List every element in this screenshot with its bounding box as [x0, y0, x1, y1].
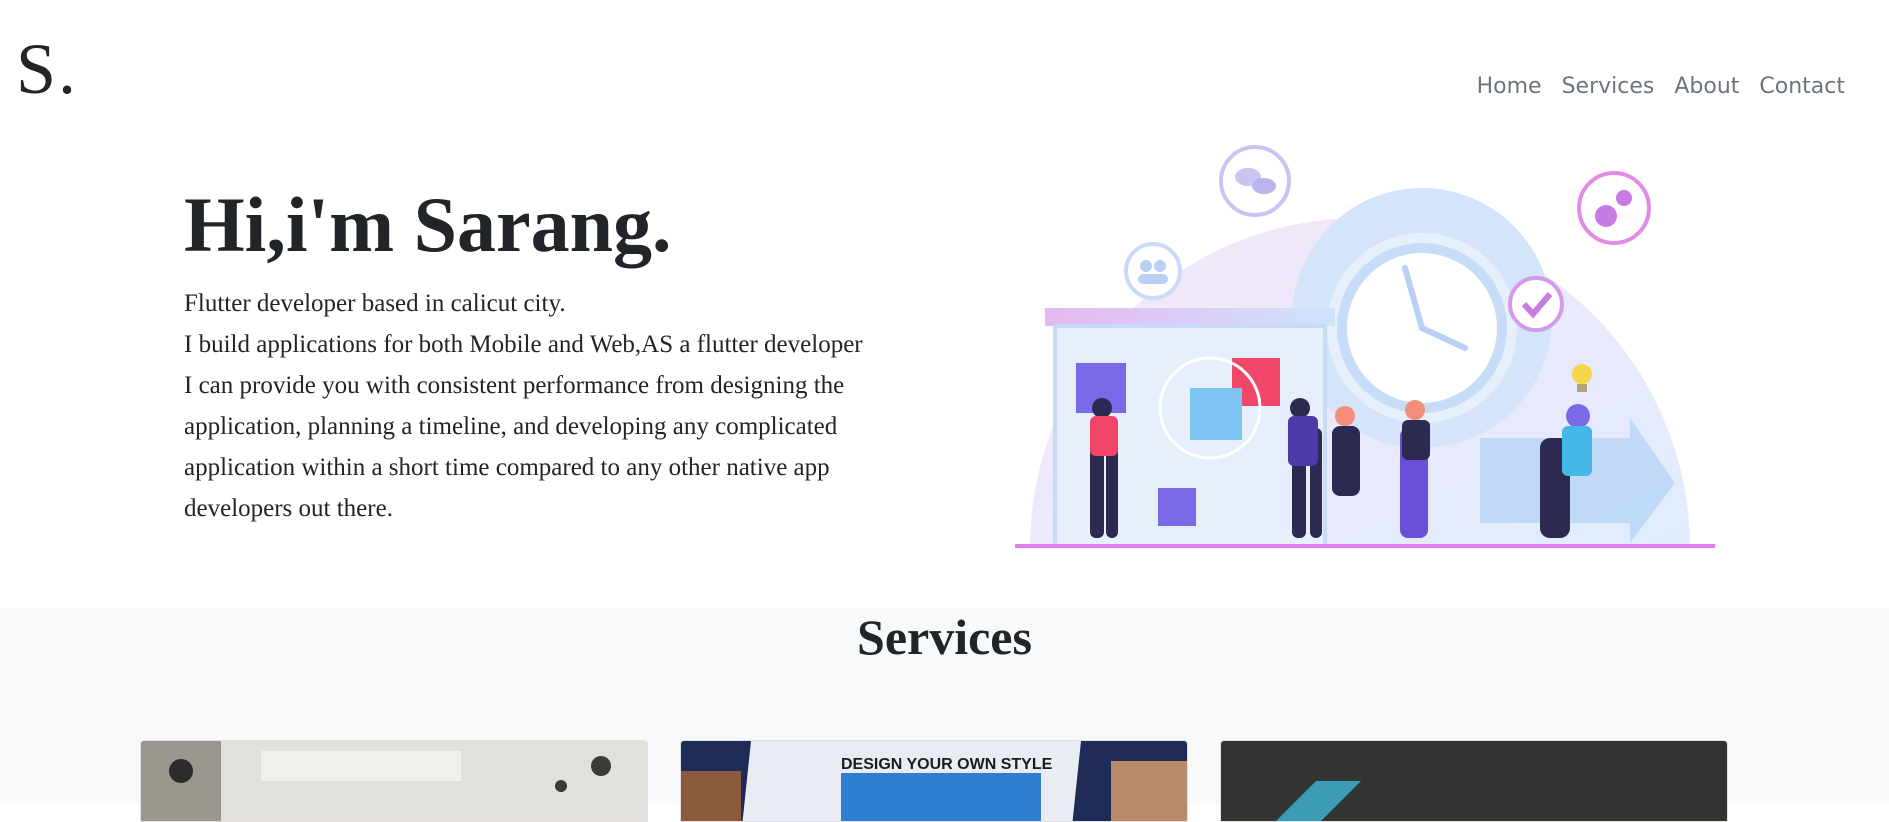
hero-text: Flutter developer based in calicut city.…: [184, 283, 864, 529]
service-card-3[interactable]: [1220, 740, 1728, 822]
hero-illustration: [1010, 138, 1730, 558]
hero-description: I build applications for both Mobile and…: [184, 331, 863, 522]
chat-icon: [1219, 145, 1291, 217]
hero-tagline: Flutter developer based in calicut city.: [184, 290, 566, 317]
users-icon: [1124, 242, 1182, 300]
service-card-2[interactable]: DESIGN YOUR OWN STYLE: [680, 740, 1188, 822]
dark-logo-image: [1221, 741, 1727, 821]
service-card-1[interactable]: [140, 740, 648, 822]
nav-about[interactable]: About: [1674, 74, 1739, 99]
logo[interactable]: S.: [16, 28, 78, 111]
hero-title: Hi,i'm Sarang.: [184, 181, 672, 268]
check-icon: [1508, 276, 1564, 332]
nav-home[interactable]: Home: [1477, 74, 1542, 99]
top-nav: Home Services About Contact: [1477, 74, 1845, 99]
svg-text:DESIGN YOUR OWN STYLE: DESIGN YOUR OWN STYLE: [841, 756, 1053, 773]
gears-icon: [1577, 171, 1651, 245]
nav-contact[interactable]: Contact: [1759, 74, 1845, 99]
web-design-photo: DESIGN YOUR OWN STYLE: [681, 741, 1187, 821]
nav-services[interactable]: Services: [1562, 74, 1655, 99]
office-photo: [141, 741, 647, 821]
services-title: Services: [857, 609, 1032, 665]
